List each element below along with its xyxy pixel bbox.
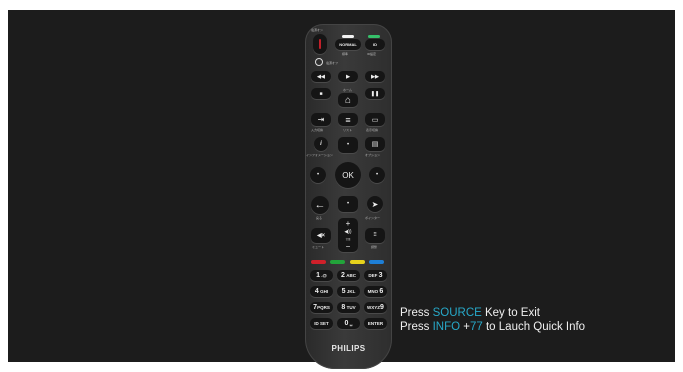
- red-button[interactable]: [311, 260, 326, 264]
- back-button[interactable]: ←: [311, 196, 329, 214]
- power-button[interactable]: [313, 34, 327, 54]
- key-4[interactable]: 4 GHI: [310, 286, 333, 297]
- instruction-line-2: Press INFO +77 to Lauch Quick Info: [400, 321, 586, 333]
- list-button[interactable]: ≡: [338, 113, 358, 126]
- info-code-text: 77: [470, 321, 483, 333]
- key-9[interactable]: WXYZ 9: [364, 302, 387, 313]
- home-button[interactable]: ⌂: [338, 93, 358, 107]
- normal-sub-label: 標準: [342, 52, 349, 56]
- fast-forward-icon: ▶▶: [371, 73, 379, 80]
- key-3[interactable]: DEF 3: [364, 270, 387, 281]
- play-icon: ▶: [346, 73, 350, 80]
- options-label: オプション: [365, 153, 381, 157]
- stop-icon: ■: [319, 90, 323, 97]
- adjust-label: 調整: [371, 245, 378, 249]
- display-icon: ▭: [371, 116, 379, 124]
- right-icon: •: [375, 172, 379, 178]
- back-label: 戻る: [316, 216, 323, 220]
- instruction-line-1: Press SOURCE Key to Exit: [400, 307, 540, 319]
- mute-icon: ◀×: [316, 233, 326, 239]
- rewind-icon: ◀◀: [317, 73, 325, 80]
- adjust-button[interactable]: ⫶⫶: [365, 228, 385, 243]
- remote-control: 電源オン NORMAL 標準 ID ID設定 電源オフ ◀◀ ▶ ▶▶ ■ ホー…: [305, 24, 392, 369]
- volume-label: 音量: [345, 237, 351, 241]
- id-set-button[interactable]: ID SET: [310, 318, 333, 329]
- power-off-label: 電源オフ: [326, 61, 339, 65]
- input-icon: ⇥: [317, 115, 325, 124]
- pointer-button[interactable]: ➤: [367, 196, 383, 212]
- normal-button[interactable]: NORMAL: [335, 39, 361, 50]
- blue-button[interactable]: [369, 260, 384, 264]
- id-sub-label: ID設定: [367, 52, 377, 56]
- home-icon: ⌂: [344, 94, 352, 106]
- input-label: 入力切換: [311, 128, 324, 132]
- home-label: ホーム: [343, 88, 352, 92]
- list-label: リスト: [343, 128, 353, 132]
- instructions: Press SOURCE Key to Exit Press INFO +77 …: [400, 306, 585, 334]
- power-icon: [319, 39, 321, 49]
- pause-icon: ❚❚: [370, 90, 380, 97]
- key-5[interactable]: 5 JKL: [337, 286, 360, 297]
- down-icon: •: [346, 201, 350, 207]
- key-7[interactable]: 7 PQRS: [310, 302, 333, 313]
- left-icon: •: [316, 172, 320, 178]
- brand-logo: PHILIPS: [331, 344, 366, 353]
- stop-button[interactable]: ■: [311, 88, 331, 99]
- key-6[interactable]: MNO 6: [364, 286, 387, 297]
- volume-rocker[interactable]: + ◀)) 音量 −: [338, 218, 358, 252]
- left-button[interactable]: •: [310, 167, 326, 183]
- pointer-icon: ➤: [371, 199, 379, 209]
- pointer-label: ポインター: [365, 216, 381, 220]
- volume-icon: ◀)): [344, 229, 352, 236]
- power-off-button[interactable]: [315, 58, 323, 66]
- volume-down-icon: −: [345, 241, 351, 251]
- options-icon: ▤: [371, 141, 379, 148]
- info-label: インフォメーション: [306, 153, 333, 157]
- info-icon: i: [320, 141, 322, 147]
- volume-up-icon: +: [345, 219, 351, 228]
- key-1[interactable]: 1 .@: [310, 270, 333, 281]
- key-2[interactable]: 2 ABC: [337, 270, 360, 281]
- enter-button[interactable]: ENTER: [364, 318, 387, 329]
- up-button[interactable]: •: [338, 137, 358, 153]
- info-button[interactable]: i: [314, 137, 328, 151]
- display-label: 表示切換: [366, 128, 379, 132]
- up-icon: •: [346, 142, 350, 148]
- mute-button[interactable]: ◀×: [311, 228, 331, 243]
- right-button[interactable]: •: [369, 167, 385, 183]
- back-arrow-icon: ←: [314, 199, 326, 211]
- info-key-text: INFO: [432, 321, 461, 333]
- power-on-label: 電源オン: [311, 28, 324, 32]
- pause-button[interactable]: ❚❚: [365, 88, 385, 99]
- id-button[interactable]: ID: [365, 39, 385, 50]
- normal-indicator: [342, 35, 354, 38]
- fast-forward-button[interactable]: ▶▶: [365, 71, 385, 82]
- ok-button[interactable]: OK: [335, 162, 361, 188]
- adjust-icon: ⫶⫶: [373, 232, 377, 238]
- down-button[interactable]: •: [338, 196, 358, 212]
- list-icon: ≡: [345, 114, 351, 125]
- id-indicator: [368, 35, 380, 38]
- key-8[interactable]: 8 TUV: [337, 302, 360, 313]
- yellow-button[interactable]: [350, 260, 365, 264]
- display-button[interactable]: ▭: [365, 113, 385, 126]
- options-button[interactable]: ▤: [365, 137, 385, 151]
- source-key-text: SOURCE: [432, 307, 482, 319]
- rewind-button[interactable]: ◀◀: [311, 71, 331, 82]
- input-button[interactable]: ⇥: [311, 113, 331, 126]
- key-0[interactable]: 0 ␣: [337, 318, 360, 329]
- play-button[interactable]: ▶: [338, 71, 358, 82]
- mute-label: ミュート: [312, 245, 325, 249]
- green-button[interactable]: [330, 260, 345, 264]
